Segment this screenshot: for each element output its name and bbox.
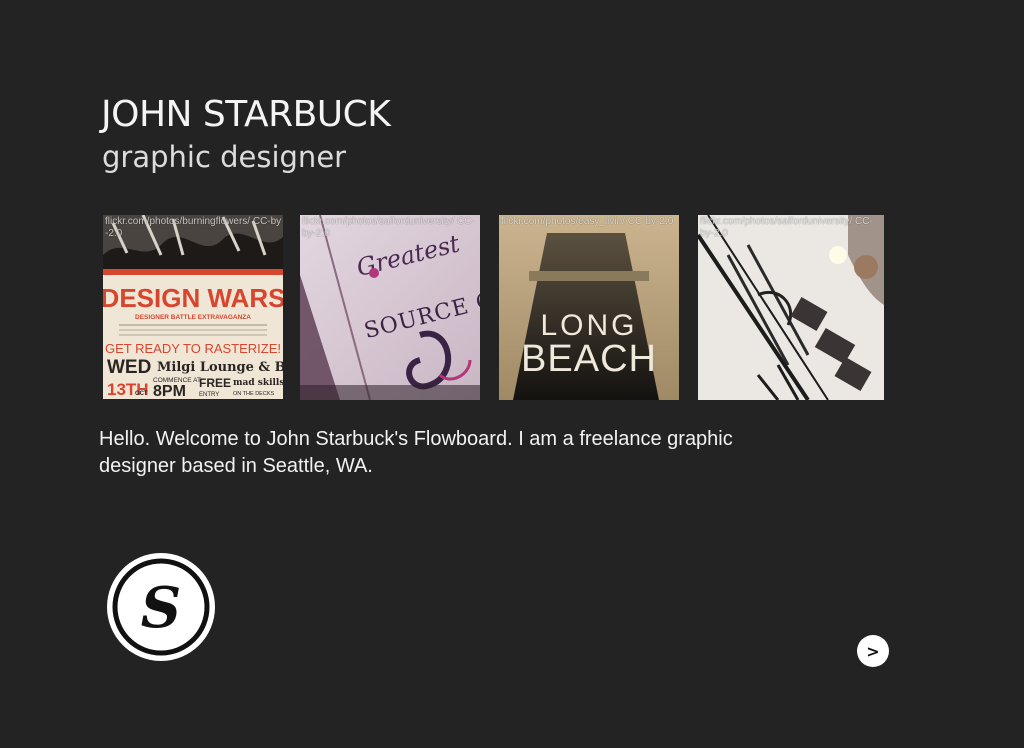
gallery-item-lineart-mural[interactable]: flickr.com/photos/salforduniversity/ CC-… bbox=[698, 215, 884, 400]
gallery-item-long-beach[interactable]: LONG BEACH flickr.com/photos/easy_livin/… bbox=[499, 215, 679, 400]
poster-entry: ENTRY bbox=[199, 392, 219, 398]
photo-credit: flickr.com/photos/easy_livin/ CC-by-2.0 bbox=[501, 216, 674, 227]
logo-letter: S bbox=[141, 575, 181, 641]
gallery-item-mural-greatest[interactable]: Greatest SOURCE OF flickr.com/photos/sal… bbox=[300, 215, 480, 400]
photo-credit: flickr.com/photos/salforduniversity/ CC-… bbox=[302, 216, 475, 239]
poster-time: 8PM bbox=[153, 383, 186, 399]
gallery-item-design-wars[interactable]: DESIGN WARS DESIGNER BATTLE EXTRAVAGANZA… bbox=[103, 215, 283, 399]
poster-day: WED bbox=[107, 357, 151, 378]
flowboard-page: JOHN STARBUCK graphic designer DESIGN WA… bbox=[0, 0, 1024, 748]
page-title: JOHN STARBUCK bbox=[101, 94, 391, 135]
poster-title: DESIGN WARS bbox=[103, 283, 283, 313]
poster-month: OCT bbox=[135, 391, 148, 397]
page-subtitle: graphic designer bbox=[102, 140, 347, 174]
poster-mad-skills: mad skills bbox=[233, 378, 283, 388]
poster-decks: ON THE DECKS bbox=[233, 391, 274, 397]
mural-photo-image: Greatest SOURCE OF bbox=[300, 215, 480, 400]
poster-free: FREE bbox=[199, 376, 231, 390]
logo-badge-icon: S bbox=[107, 553, 215, 661]
intro-text: Hello. Welcome to John Starbuck's Flowbo… bbox=[99, 428, 733, 477]
poster-tagline: GET READY TO RASTERIZE! bbox=[105, 341, 281, 356]
next-button[interactable]: > bbox=[857, 635, 889, 667]
photo-credit: flickr.com/photos/burningflowers/ CC-by-… bbox=[105, 216, 282, 239]
poster-subtitle: DESIGNER BATTLE EXTRAVAGANZA bbox=[135, 314, 251, 321]
s-monogram-logo: S bbox=[106, 552, 216, 662]
poster-venue: Milgi Lounge & Bar bbox=[157, 360, 283, 375]
design-wars-poster-image: DESIGN WARS DESIGNER BATTLE EXTRAVAGANZA… bbox=[103, 215, 283, 399]
lineart-mural-image bbox=[698, 215, 884, 400]
photo-credit: flickr.com/photos/salforduniversity/ CC-… bbox=[700, 216, 873, 239]
sign-text-beach: BEACH bbox=[521, 338, 657, 380]
long-beach-sign-image: LONG BEACH bbox=[499, 215, 679, 400]
